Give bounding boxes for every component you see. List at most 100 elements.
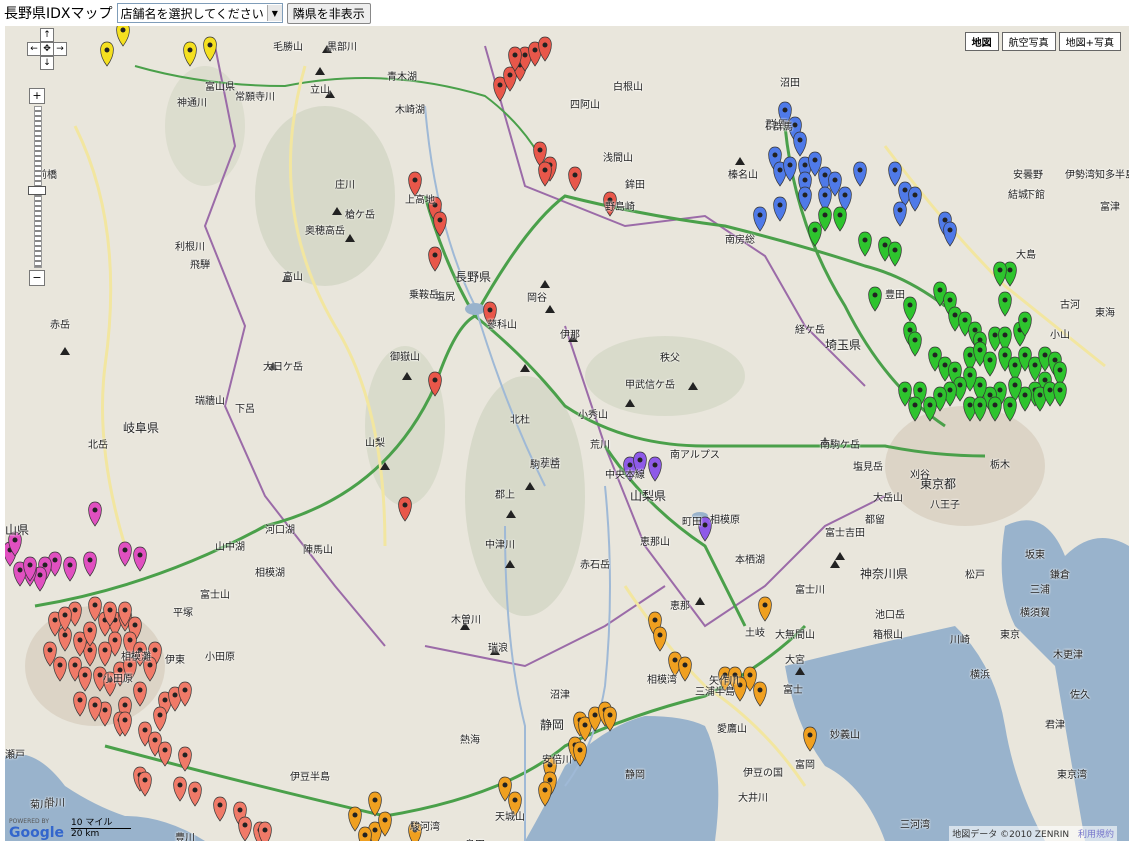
place-label: 大無間山 <box>775 630 815 641</box>
store-pin[interactable] <box>908 331 922 357</box>
store-pin[interactable] <box>213 796 227 822</box>
store-pin[interactable] <box>808 221 822 247</box>
store-pin[interactable] <box>858 231 872 257</box>
map-view[interactable]: 長野県 岐阜県 山梨県 埼玉県 東京都 神奈川県 静岡 群馬 山県 富山県 沼田 白根山 毛勝山 黒部川青… <box>5 26 1129 841</box>
mountain-icon <box>315 67 325 75</box>
store-pin[interactable] <box>568 166 582 192</box>
pin-dot <box>262 827 268 833</box>
chevron-down-icon[interactable]: ▼ <box>266 5 282 21</box>
place-label: 経ケ岳 <box>795 325 825 336</box>
pin-dot <box>237 807 243 813</box>
place-label: 横浜 <box>970 670 990 681</box>
store-pin[interactable] <box>188 781 202 807</box>
map-type-satellite[interactable]: 航空写真 <box>1001 32 1056 51</box>
place-label: 箱根山 <box>873 630 903 641</box>
store-select[interactable]: 店舗名を選択してください ▼ <box>116 3 283 23</box>
pin-dot <box>72 662 78 668</box>
store-pin[interactable] <box>893 201 907 227</box>
store-pin[interactable] <box>908 186 922 212</box>
store-pin[interactable] <box>88 501 102 527</box>
terms-link[interactable]: 利用規約 <box>1078 830 1114 840</box>
pin-dot <box>47 647 53 653</box>
store-pin[interactable] <box>678 656 692 682</box>
pan-center-icon[interactable]: ✥ <box>40 42 54 56</box>
pin-dot <box>92 602 98 608</box>
store-pin[interactable] <box>903 296 917 322</box>
store-pin[interactable] <box>398 496 412 522</box>
powered-by-text: POWERED BY <box>9 818 50 825</box>
pin-dot <box>962 317 968 323</box>
store-pin[interactable] <box>238 816 252 841</box>
pin-dot <box>897 207 903 213</box>
map-type-hybrid[interactable]: 地図+写真 <box>1058 32 1121 51</box>
pan-down-icon[interactable]: ↓ <box>40 56 54 70</box>
zoom-out-icon[interactable]: − <box>29 270 45 286</box>
store-pin[interactable] <box>138 771 152 797</box>
store-pin[interactable] <box>348 806 362 832</box>
store-pin[interactable] <box>118 541 132 567</box>
pan-left-icon[interactable]: ← <box>27 42 41 56</box>
store-pin[interactable] <box>773 196 787 222</box>
hide-neighbor-button[interactable]: 隣県を非表示 <box>286 2 371 24</box>
store-pin[interactable] <box>538 161 552 187</box>
store-pin[interactable] <box>888 241 902 267</box>
pan-control[interactable]: ↑ ← ✥ → ↓ <box>27 28 67 76</box>
store-pin[interactable] <box>753 681 767 707</box>
store-pin[interactable] <box>153 706 167 732</box>
store-pin[interactable] <box>998 291 1012 317</box>
store-pin[interactable] <box>853 161 867 187</box>
prefecture-label: 岐阜県 <box>123 421 160 435</box>
pin-dot <box>372 827 378 833</box>
place-label: 陣馬山 <box>303 545 333 556</box>
pan-up-icon[interactable]: ↑ <box>40 28 54 42</box>
pin-dot <box>652 462 658 468</box>
store-pin[interactable] <box>833 206 847 232</box>
zoom-slider-handle[interactable] <box>28 186 46 195</box>
store-pin[interactable] <box>943 221 957 247</box>
store-pin[interactable] <box>133 546 147 572</box>
scale-miles: 10 マイル <box>71 815 131 829</box>
store-pin[interactable] <box>178 681 192 707</box>
store-pin[interactable] <box>983 351 997 377</box>
pin-dot <box>547 777 553 783</box>
pin-dot <box>142 777 148 783</box>
pin-dot <box>807 732 813 738</box>
store-pin[interactable] <box>173 776 187 802</box>
store-pin[interactable] <box>793 131 807 157</box>
store-pin[interactable] <box>1053 381 1067 407</box>
store-pin[interactable] <box>758 596 772 622</box>
pin-dot <box>1007 267 1013 273</box>
pin-dot <box>972 327 978 333</box>
pin-dot <box>747 672 753 678</box>
place-label: 瑞浪 <box>488 643 508 654</box>
place-label: 下館 <box>1025 190 1045 201</box>
store-pin[interactable] <box>100 41 114 67</box>
store-pin[interactable] <box>183 41 197 67</box>
pin-dot <box>372 797 378 803</box>
store-pin[interactable] <box>868 286 882 312</box>
google-logo[interactable]: POWERED BY Google <box>9 818 64 841</box>
store-pin[interactable] <box>63 556 77 582</box>
zoom-control[interactable]: + − <box>28 88 47 288</box>
pin-dot <box>1047 387 1053 393</box>
store-pin[interactable] <box>538 36 552 62</box>
map-type-map[interactable]: 地図 <box>964 32 999 51</box>
pin-dot <box>67 562 73 568</box>
store-pin[interactable] <box>428 246 442 272</box>
pin-dot <box>87 627 93 633</box>
zoom-in-icon[interactable]: + <box>29 88 45 104</box>
store-pin[interactable] <box>648 456 662 482</box>
store-pin[interactable] <box>993 261 1007 287</box>
store-pin[interactable] <box>753 206 767 232</box>
pin-dot <box>772 152 778 158</box>
place-label: 荒川 <box>590 440 610 451</box>
pin-dot <box>797 137 803 143</box>
store-pin[interactable] <box>888 161 902 187</box>
pan-right-icon[interactable]: → <box>53 42 67 56</box>
place-label: 赤石岳 <box>580 560 610 571</box>
place-label: 立山 <box>310 85 330 96</box>
pin-dot <box>997 267 1003 273</box>
store-pin[interactable] <box>653 626 667 652</box>
store-pin[interactable] <box>83 551 97 577</box>
store-pin[interactable] <box>203 36 217 62</box>
